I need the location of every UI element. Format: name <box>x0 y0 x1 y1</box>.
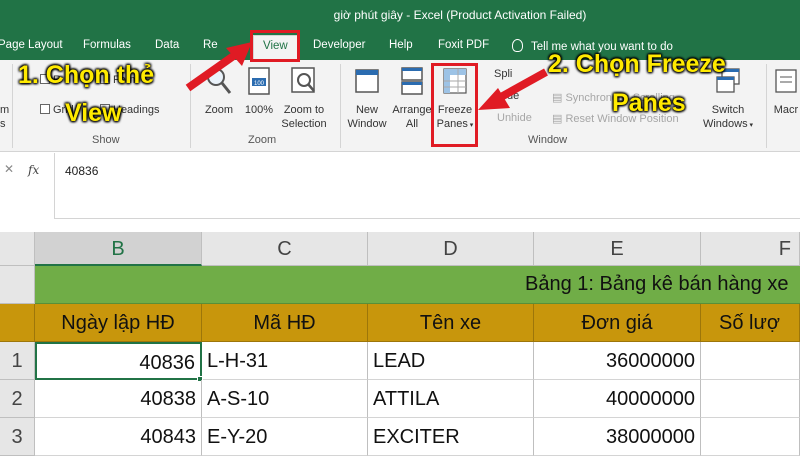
header-cell-ma-hd[interactable]: Mã HĐ <box>202 304 368 342</box>
switch-windows-label-2-wrap: Windows ▾ <box>698 117 758 133</box>
table-cell[interactable]: 36000000 <box>534 342 701 380</box>
header-cell-don-gia[interactable]: Đơn giá <box>534 304 701 342</box>
step2-annotation-line2: Panes <box>612 89 686 117</box>
table-title: Bảng 1: Bảng kê bán hàng xe <box>525 273 789 295</box>
table-cell[interactable]: ATTILA <box>368 380 534 418</box>
column-header-f[interactable]: F <box>701 232 800 266</box>
zoom-100-label: 100% <box>244 104 274 116</box>
zoom-label: Zoom <box>204 104 234 116</box>
step2-annotation-line1: 2. Chọn Freeze <box>548 50 726 78</box>
group-separator <box>12 64 13 148</box>
dropdown-caret-icon: ▾ <box>747 122 754 129</box>
row-header-blank[interactable] <box>0 304 35 342</box>
group-separator <box>340 64 341 148</box>
formula-bar-controls: ✕ fx <box>0 153 55 219</box>
arrow-to-view-icon <box>185 42 252 92</box>
header-cell-ten-xe[interactable]: Tên xe <box>368 304 534 342</box>
zoom-to-selection-label-2: Selection <box>281 118 327 130</box>
sync-scroll-icon: ▤ <box>552 92 566 104</box>
row-header-1[interactable]: 1 <box>0 342 35 380</box>
row-header-3[interactable]: 3 <box>0 418 35 456</box>
table-title-row[interactable]: Bảng 1: Bảng kê bán hàng xe <box>35 266 800 304</box>
arrange-all-icon <box>401 67 423 95</box>
ribbon-left-fragment-a: m <box>0 104 10 116</box>
header-cell-so-luong[interactable]: Số lượ <box>701 304 800 342</box>
macros-button[interactable]: Macr <box>772 66 800 117</box>
table-cell[interactable]: 38000000 <box>534 418 701 456</box>
insert-function-icon[interactable]: fx <box>28 163 39 177</box>
table-cell[interactable]: 40838 <box>35 380 202 418</box>
macros-label: Macr <box>773 104 799 116</box>
table-cell-active[interactable]: 40836 <box>35 342 202 380</box>
new-window-label-2: Window <box>347 118 387 130</box>
table-cell[interactable]: 40000000 <box>534 380 701 418</box>
formula-bar: ✕ fx 40836 <box>0 153 800 219</box>
new-window-label-1: New <box>355 104 378 116</box>
table-cell[interactable]: E-Y-20 <box>202 418 368 456</box>
table-cell[interactable]: EXCITER <box>368 418 534 456</box>
zoom-selection-icon <box>291 67 315 93</box>
table-cell[interactable]: LEAD <box>368 342 534 380</box>
column-header-b[interactable]: B <box>35 232 202 266</box>
group-separator <box>766 64 767 148</box>
group-label-window: Window <box>528 134 568 146</box>
column-header-row: B C D E F <box>35 232 800 266</box>
tab-formulas[interactable]: Formulas <box>83 39 131 51</box>
table-cell[interactable] <box>701 380 800 418</box>
freeze-panes-highlight <box>431 63 478 147</box>
table-header-row: Ngày lập HĐ Mã HĐ Tên xe Đơn giá Số lượ <box>35 304 800 342</box>
step1-annotation-line1: 1. Chọn thẻ <box>18 61 155 89</box>
table-cell[interactable]: 40843 <box>35 418 202 456</box>
lightbulb-icon <box>512 39 523 52</box>
table-cell[interactable] <box>701 342 800 380</box>
header-cell-ngay-lap[interactable]: Ngày lập HĐ <box>35 304 202 342</box>
group-label-zoom: Zoom <box>248 134 277 146</box>
column-header-e[interactable]: E <box>534 232 701 266</box>
new-window-icon <box>355 69 379 93</box>
column-header-c[interactable]: C <box>202 232 368 266</box>
arrange-all-label-1: Arrange <box>392 104 432 116</box>
arrange-all-label-2: All <box>405 118 419 130</box>
table-cell[interactable]: L-H-31 <box>202 342 368 380</box>
zoom-to-selection-button[interactable]: Zoom to Selection <box>278 66 330 131</box>
spacer <box>0 219 800 232</box>
tab-data[interactable]: Data <box>155 39 179 51</box>
arrow-to-freeze-panes-icon <box>478 68 548 110</box>
switch-windows-label-1: Switch <box>711 104 745 116</box>
table-cell[interactable]: A-S-10 <box>202 380 368 418</box>
tab-page-layout[interactable]: Page Layout <box>0 39 63 51</box>
tab-developer[interactable]: Developer <box>313 39 365 51</box>
arrange-all-button[interactable]: Arrange All <box>390 66 434 131</box>
window-title: giờ phút giây - Excel (Product Activatio… <box>333 8 587 22</box>
tab-help[interactable]: Help <box>389 39 413 51</box>
new-window-button[interactable]: New Window <box>343 66 391 131</box>
row-header-2[interactable]: 2 <box>0 380 35 418</box>
table-cell[interactable] <box>701 418 800 456</box>
column-header-d[interactable]: D <box>368 232 534 266</box>
macros-icon <box>775 69 797 93</box>
zoom-to-selection-label-1: Zoom to <box>283 104 325 116</box>
group-label-show: Show <box>92 134 120 146</box>
reset-window-icon: ▤ <box>552 113 566 125</box>
formula-input[interactable]: 40836 <box>65 164 98 178</box>
switch-windows-label-2: Windows <box>702 118 748 130</box>
cancel-icon[interactable]: ✕ <box>4 162 14 176</box>
ribbon-left-fragment-b: s <box>0 118 6 130</box>
select-all-corner[interactable] <box>0 232 35 266</box>
step1-annotation-line2: View <box>65 99 122 127</box>
checkbox-icon <box>40 104 50 114</box>
title-bar: giờ phút giây - Excel (Product Activatio… <box>0 0 800 32</box>
tab-foxit-pdf[interactable]: Foxit PDF <box>438 39 489 51</box>
row-header-blank[interactable] <box>0 266 35 304</box>
